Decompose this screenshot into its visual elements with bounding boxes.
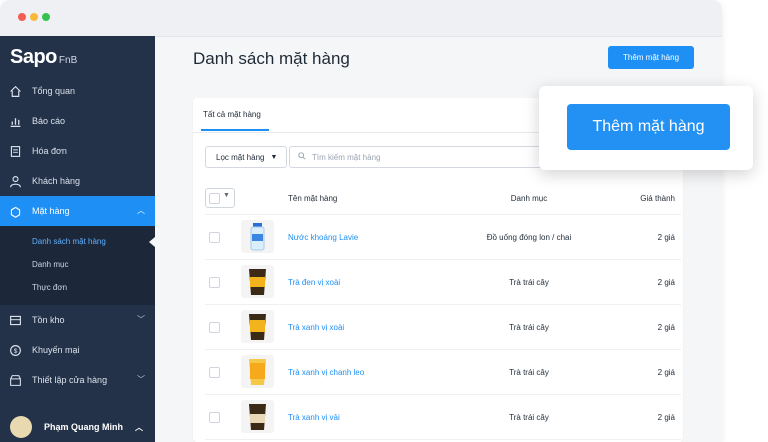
- sidebar-nav: Tổng quan Báo cáo Hóa đơn Khách hàng Mặt…: [0, 76, 155, 395]
- sidebar-item-label: Tổng quan: [32, 86, 76, 96]
- column-header-price[interactable]: Giá thành: [640, 194, 675, 203]
- subnav-item-danh-muc[interactable]: Danh mục: [0, 253, 155, 276]
- product-thumbnail: [241, 265, 274, 298]
- avatar: [10, 416, 32, 438]
- sidebar-item-thiet-lap-cua-hang[interactable]: Thiết lập cửa hàng ﹀: [0, 365, 155, 395]
- search-placeholder: Tìm kiếm mặt hàng: [312, 152, 381, 162]
- search-icon: [298, 152, 306, 162]
- select-all-checkbox[interactable]: [209, 193, 220, 204]
- maximize-window-dot[interactable]: [42, 13, 50, 21]
- active-tab-indicator: [201, 129, 269, 131]
- item-name-link[interactable]: Trà xanh vị xoài: [288, 323, 344, 332]
- column-header-category[interactable]: Danh mục: [441, 194, 617, 203]
- zoom-callout: Thêm mặt hàng: [539, 86, 753, 170]
- user-name: Phạm Quang Minh: [44, 422, 124, 432]
- table-row[interactable]: Nước khoáng Lavie Đồ uống đóng lon / cha…: [205, 215, 681, 260]
- table-row[interactable]: Trà xanh vị vải Trà trái cây 2 giá: [205, 395, 681, 440]
- add-item-button[interactable]: Thêm mặt hàng: [608, 46, 694, 69]
- product-thumbnail: [241, 400, 274, 433]
- invoice-icon: [8, 144, 22, 158]
- user-menu[interactable]: Phạm Quang Minh ︿: [0, 412, 155, 442]
- sidebar-item-ton-kho[interactable]: Tồn kho ﹀: [0, 305, 155, 335]
- item-name-link[interactable]: Trà xanh vị chanh leo: [288, 368, 364, 377]
- sidebar-item-label: Khuyến mại: [32, 345, 80, 355]
- sidebar: Sapo FnB Tổng quan Báo cáo Hóa đơn Khách…: [0, 36, 155, 442]
- item-category: Đồ uống đóng lon / chai: [486, 233, 572, 242]
- sidebar-item-khuyen-mai[interactable]: $ Khuyến mại: [0, 335, 155, 365]
- product-thumbnail: [241, 310, 274, 343]
- app-window: Sapo FnB Tổng quan Báo cáo Hóa đơn Khách…: [0, 0, 722, 442]
- table-row[interactable]: Trà xanh vị chanh leo Trà trái cây 2 giá: [205, 350, 681, 395]
- sidebar-subnav: Danh sách mặt hàng Danh mục Thực đơn: [0, 226, 155, 305]
- tab-all-items[interactable]: Tất cả mặt hàng: [203, 110, 261, 119]
- logo-text: Sapo: [10, 46, 57, 68]
- sidebar-item-label: Thiết lập cửa hàng: [32, 375, 108, 385]
- sidebar-item-bao-cao[interactable]: Báo cáo: [0, 106, 155, 136]
- item-name-link[interactable]: Trà đen vị xoài: [288, 278, 340, 287]
- row-checkbox[interactable]: [209, 277, 220, 288]
- sidebar-item-label: Khách hàng: [32, 176, 81, 186]
- items-table: ▼ Tên mặt hàng Danh mục Giá thành Nước k…: [205, 182, 681, 440]
- column-header-name[interactable]: Tên mặt hàng: [288, 194, 337, 203]
- sidebar-item-label: Báo cáo: [32, 116, 66, 126]
- item-price: 2 giá: [657, 233, 675, 242]
- row-checkbox[interactable]: [209, 367, 220, 378]
- add-item-button-large[interactable]: Thêm mặt hàng: [567, 104, 730, 150]
- row-checkbox[interactable]: [209, 322, 220, 333]
- subnav-item-thuc-don[interactable]: Thực đơn: [0, 276, 155, 299]
- user-icon: [8, 174, 22, 188]
- item-category: Trà trái cây: [509, 413, 549, 422]
- chevron-up-icon: ︿: [137, 206, 145, 215]
- item-category: Trà trái cây: [509, 323, 549, 332]
- page-title: Danh sách mặt hàng: [193, 49, 350, 68]
- close-window-dot[interactable]: [18, 13, 26, 21]
- store-settings-icon: [8, 373, 22, 387]
- product-icon: [8, 204, 22, 218]
- item-price: 2 giá: [657, 278, 675, 287]
- caret-down-icon: ▼: [270, 153, 278, 161]
- filter-dropdown[interactable]: Lọc mặt hàng ▼: [205, 146, 287, 168]
- title-bar: [0, 0, 722, 37]
- svg-text:$: $: [13, 347, 17, 354]
- item-price: 2 giá: [657, 323, 675, 332]
- home-icon: [8, 84, 22, 98]
- promo-icon: $: [8, 343, 22, 357]
- sidebar-item-tong-quan[interactable]: Tổng quan: [0, 76, 155, 106]
- report-icon: [8, 114, 22, 128]
- product-thumbnail: [241, 220, 274, 253]
- row-checkbox[interactable]: [209, 412, 220, 423]
- item-name-link[interactable]: Nước khoáng Lavie: [288, 233, 358, 242]
- subnav-item-danh-sach-mat-hang[interactable]: Danh sách mặt hàng: [0, 230, 155, 253]
- logo[interactable]: Sapo FnB: [10, 46, 77, 69]
- sidebar-item-khach-hang[interactable]: Khách hàng: [0, 166, 155, 196]
- item-price: 2 giá: [657, 413, 675, 422]
- filter-label: Lọc mặt hàng: [216, 152, 265, 162]
- minimize-window-dot[interactable]: [30, 13, 38, 21]
- product-thumbnail: [241, 355, 274, 388]
- chevron-down-icon: ﹀: [137, 315, 145, 324]
- item-name-link[interactable]: Trà xanh vị vải: [288, 413, 340, 422]
- table-row[interactable]: Trà đen vị xoài Trà trái cây 2 giá: [205, 260, 681, 305]
- row-checkbox[interactable]: [209, 232, 220, 243]
- sidebar-item-label: Tồn kho: [32, 315, 65, 325]
- caret-down-icon[interactable]: ▼: [223, 192, 230, 199]
- sidebar-item-mat-hang[interactable]: Mặt hàng ︿: [0, 196, 155, 226]
- chevron-down-icon: ﹀: [137, 375, 145, 384]
- item-category: Trà trái cây: [509, 278, 549, 287]
- table-header: ▼ Tên mặt hàng Danh mục Giá thành: [205, 182, 681, 215]
- sidebar-item-label: Hóa đơn: [32, 146, 67, 156]
- sidebar-item-hoa-don[interactable]: Hóa đơn: [0, 136, 155, 166]
- logo-subtext: FnB: [58, 55, 78, 66]
- item-price: 2 giá: [657, 368, 675, 377]
- sidebar-item-label: Mặt hàng: [32, 206, 70, 216]
- table-row[interactable]: Trà xanh vị xoài Trà trái cây 2 giá: [205, 305, 681, 350]
- item-category: Trà trái cây: [509, 368, 549, 377]
- chevron-up-icon: ︿: [135, 422, 144, 432]
- warehouse-icon: [8, 313, 22, 327]
